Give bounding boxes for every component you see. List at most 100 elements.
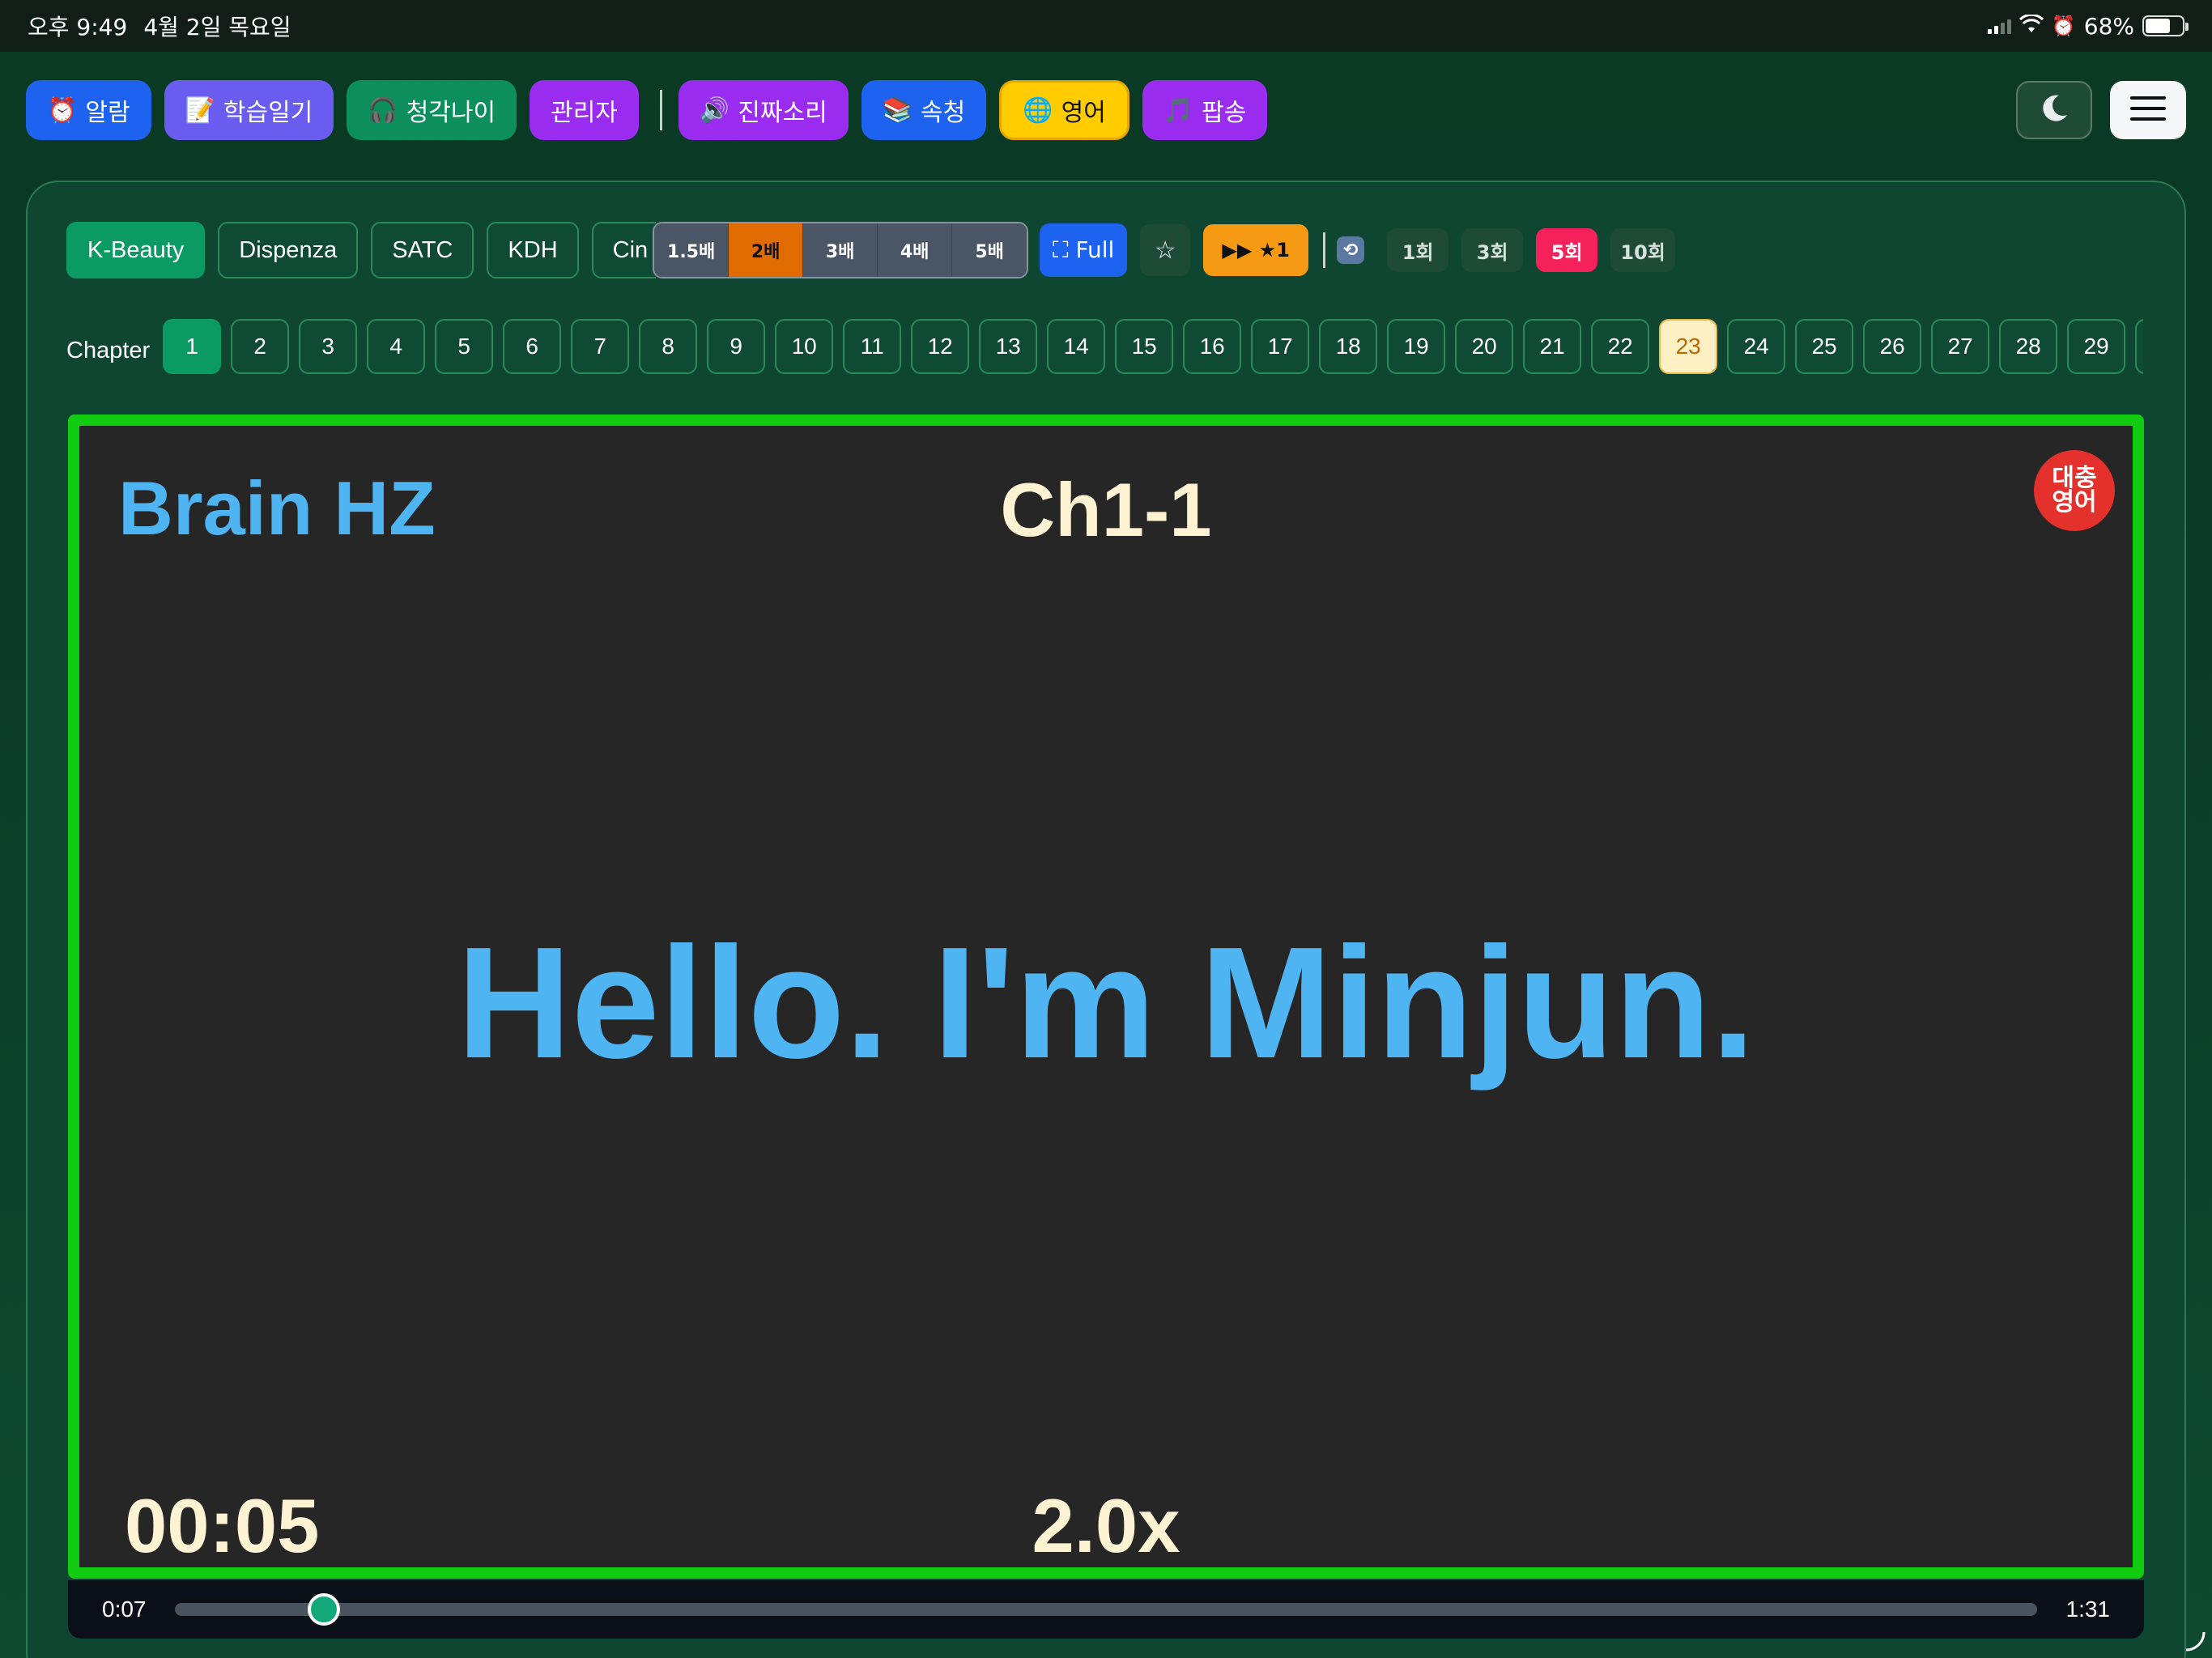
speed-option[interactable]: 3배 — [803, 223, 878, 277]
nav-button-buttons-1[interactable]: 📝 학습일기 — [164, 80, 334, 140]
chapter-button[interactable]: 15 — [1115, 319, 1174, 374]
chapter-button[interactable]: 14 — [1047, 319, 1106, 374]
chapter-button[interactable]: 5 — [435, 319, 494, 374]
favorite-button[interactable]: ☆ — [1140, 224, 1191, 276]
battery-icon — [2142, 15, 2189, 36]
channel-logo: 대충 영어 — [2034, 450, 2115, 531]
nav-icon: 🎵 — [1163, 96, 1194, 125]
toolbar-divider — [1323, 232, 1326, 268]
nav-button-buttons2-2[interactable]: 🌐 영어 — [999, 80, 1129, 140]
wifi-icon — [2018, 13, 2044, 40]
chapter-button[interactable]: 6 — [503, 319, 562, 374]
chapter-button[interactable]: 3 — [299, 319, 358, 374]
category-tag[interactable]: Cin — [591, 222, 657, 278]
speed-option[interactable]: 4배 — [878, 223, 953, 277]
chapter-button[interactable]: 2 — [231, 319, 290, 374]
chapter-title: Ch1-1 — [1000, 467, 1212, 552]
category-tag[interactable]: SATC — [371, 222, 474, 278]
chapter-button[interactable]: 19 — [1387, 319, 1446, 374]
chapter-button[interactable]: 7 — [571, 319, 630, 374]
category-tag[interactable]: KDH — [487, 222, 579, 278]
chapter-button[interactable]: 29 — [2067, 319, 2126, 374]
speed-option[interactable]: 5배 — [952, 223, 1027, 277]
hamburger-icon — [2130, 95, 2166, 126]
nav-icon: 🌐 — [1023, 96, 1053, 125]
nav-button-buttons-2[interactable]: 🎧 청각나이 — [347, 80, 517, 140]
nav-divider — [659, 90, 662, 130]
nav-label: 진짜소리 — [738, 99, 827, 127]
nav-icon: 🔊 — [699, 96, 730, 125]
content-toolbar: K-Beauty Dispenza SATC KDH Cin 1.5배 2배 3배 4배 5배 … — [66, 220, 1688, 280]
status-bar: 오후 9:49 4월 2일 목요일 ⏰ 68% — [0, 0, 2212, 52]
chapter-row: Chapter 1 2 3 4 5 6 7 8 9 10 11 12 13 14 15 16 17 18 19 20 2… — [66, 318, 2143, 375]
chapter-button[interactable]: 25 — [1795, 319, 1854, 374]
chapter-button[interactable]: 23 — [1659, 319, 1718, 374]
chapter-button[interactable]: 11 — [843, 319, 902, 374]
progress-bar: 0:07 1:31 — [68, 1580, 2144, 1639]
nav-label: 학습일기 — [223, 99, 313, 127]
dark-mode-toggle[interactable] — [2016, 81, 2092, 139]
chapter-button[interactable]: 16 — [1183, 319, 1242, 374]
chapter-button[interactable]: 8 — [639, 319, 698, 374]
repeat-icon[interactable]: ⟲ — [1337, 236, 1365, 264]
nav-label: 알람 — [85, 99, 130, 127]
seek-thumb[interactable] — [308, 1593, 340, 1626]
chapter-button[interactable]: 12 — [911, 319, 970, 374]
resize-handle-icon[interactable] — [2183, 1629, 2207, 1653]
playback-rate: 2.0x — [1032, 1483, 1180, 1568]
repeat-count-option[interactable]: 1회 — [1387, 228, 1449, 272]
chapter-button[interactable]: 17 — [1251, 319, 1310, 374]
current-time: 0:07 — [102, 1596, 147, 1622]
chapter-overflow[interactable] — [2135, 319, 2143, 374]
subtitle-caption: Hello. I'm Minjun. — [457, 914, 1755, 1091]
chapter-label: Chapter — [66, 337, 151, 363]
chapter-button[interactable]: 26 — [1863, 319, 1922, 374]
nav-label: 관리자 — [551, 99, 618, 127]
nav-button-buttons2-0[interactable]: 🔊 진짜소리 — [678, 80, 849, 140]
fast-forward-button[interactable]: ▶▶ ★1 — [1203, 224, 1309, 276]
moon-icon — [2038, 92, 2070, 129]
speed-option[interactable]: 1.5배 — [654, 223, 730, 277]
alarm-icon: ⏰ — [2051, 15, 2076, 37]
nav-icon: 🎧 — [368, 96, 398, 125]
chapter-button[interactable]: 24 — [1727, 319, 1786, 374]
chapter-button[interactable]: 13 — [979, 319, 1038, 374]
video-player[interactable]: Brain HZ Ch1-1 대충 영어 Hello. I'm Minjun. … — [68, 414, 2144, 1579]
chapter-button[interactable]: 1 — [163, 319, 222, 374]
chapter-button[interactable]: 18 — [1319, 319, 1378, 374]
nav-label: 팝송 — [1202, 99, 1247, 127]
top-nav: ⏰ 알람 📝 학습일기 🎧 청각나이 관리자 🔊 진짜소리 📚 속청 🌐 영어 🎵 팝송 — [26, 78, 2186, 142]
nav-button-buttons-3[interactable]: 관리자 — [530, 80, 639, 140]
menu-button[interactable] — [2110, 81, 2186, 139]
nav-label: 청각나이 — [406, 99, 496, 127]
chapter-button[interactable]: 10 — [775, 319, 834, 374]
seek-track[interactable] — [175, 1593, 2037, 1626]
nav-icon: 📝 — [185, 96, 215, 125]
chapter-button[interactable]: 21 — [1523, 319, 1582, 374]
category-tag[interactable]: K-Beauty — [66, 222, 206, 278]
total-time: 1:31 — [2065, 1596, 2111, 1622]
repeat-count-option[interactable]: 10회 — [1610, 228, 1676, 272]
chapter-button[interactable]: 28 — [1999, 319, 2058, 374]
status-time: 오후 9:49 — [28, 14, 128, 40]
chapter-button[interactable]: 9 — [707, 319, 766, 374]
speed-selector: 1.5배 2배 3배 4배 5배 — [653, 222, 1029, 278]
logo-text: 대충 영어 — [2052, 464, 2097, 517]
speed-option[interactable]: 2배 — [729, 223, 804, 277]
repeat-count-option[interactable]: 3회 — [1461, 228, 1524, 272]
nav-label: 속청 — [921, 99, 966, 127]
status-date: 4월 2일 목요일 — [143, 14, 291, 40]
nav-label: 영어 — [1061, 99, 1106, 127]
chapter-button[interactable]: 27 — [1931, 319, 1990, 374]
nav-icon: 📚 — [882, 96, 913, 125]
chapter-button[interactable]: 22 — [1591, 319, 1650, 374]
nav-button-buttons2-3[interactable]: 🎵 팝송 — [1142, 80, 1268, 140]
nav-button-buttons2-1[interactable]: 📚 속청 — [861, 80, 987, 140]
chapter-button[interactable]: 20 — [1455, 319, 1514, 374]
category-tag[interactable]: Dispenza — [218, 222, 359, 278]
chapter-button[interactable]: 4 — [367, 319, 426, 374]
nav-button-buttons-0[interactable]: ⏰ 알람 — [26, 80, 151, 140]
repeat-count-option[interactable]: 5회 — [1536, 228, 1598, 272]
battery-percent: 68% — [2083, 12, 2134, 40]
fullscreen-button[interactable]: ⛶ Full — [1040, 223, 1128, 277]
